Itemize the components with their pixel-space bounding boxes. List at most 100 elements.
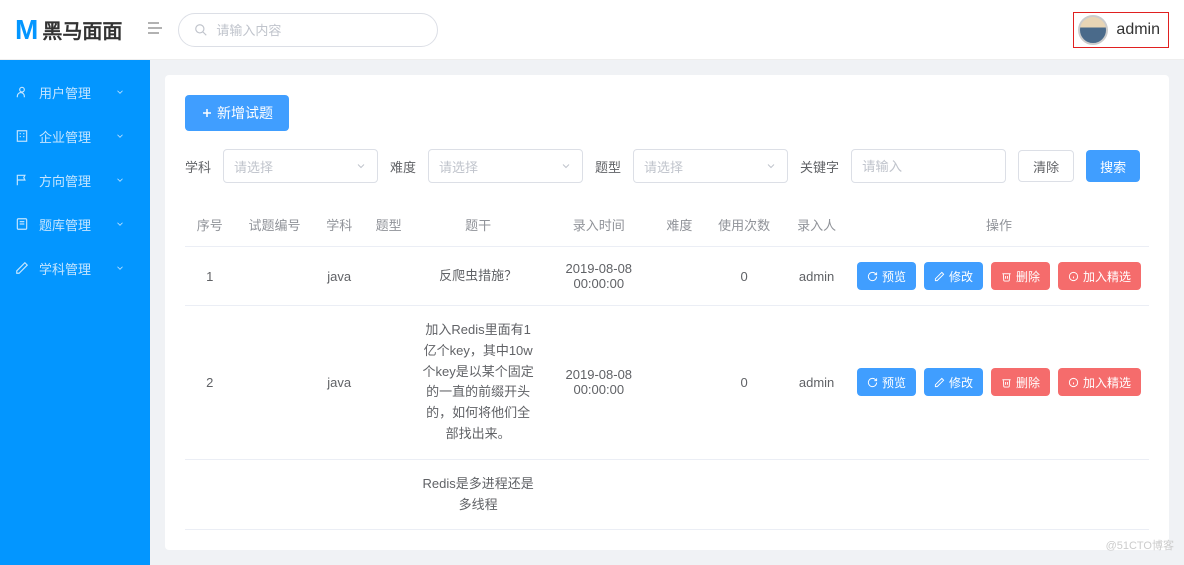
filter-bar: 学科 请选择 难度 请选择 题型 请选择 关键字 清除 搜索 <box>185 149 1149 183</box>
app-logo: M 黑马面面 <box>15 14 122 46</box>
keyword-input[interactable] <box>851 149 1006 183</box>
clear-button[interactable]: 清除 <box>1018 150 1074 182</box>
cell-qid <box>234 247 314 306</box>
table-row: Redis是多进程还是多线程 <box>185 459 1149 530</box>
th-type: 题型 <box>364 203 413 247</box>
sidebar-label: 方向管理 <box>39 171 91 190</box>
sidebar-item-question-bank[interactable]: 题库管理 <box>0 202 150 246</box>
cell-type <box>364 459 413 530</box>
cell-actions <box>849 459 1149 530</box>
top-header: M 黑马面面 请输入内容 admin <box>0 0 1184 60</box>
keyword-label: 关键字 <box>800 157 839 176</box>
refresh-icon <box>867 377 878 388</box>
cell-actions: 预览 修改 删除 加入精选 <box>849 247 1149 306</box>
sidebar-label: 题库管理 <box>39 215 91 234</box>
chevron-down-icon <box>115 175 125 185</box>
sidebar-item-users[interactable]: 用户管理 <box>0 70 150 114</box>
cell-time: 2019-08-08 00:00:00 <box>543 247 655 306</box>
th-user: 录入人 <box>784 203 849 247</box>
delete-button[interactable]: 删除 <box>991 262 1050 290</box>
flag-icon <box>15 173 29 187</box>
cell-title: 反爬虫措施？ <box>413 247 542 306</box>
cell-time <box>543 459 655 530</box>
header-search[interactable]: 请输入内容 <box>178 13 438 47</box>
cell-title: 加入Redis里面有1亿个key，其中10w个key是以某个固定的一直的前缀开头… <box>413 306 542 460</box>
edit-icon <box>934 271 945 282</box>
add-label: 新增试题 <box>217 103 273 123</box>
trash-icon <box>1001 377 1012 388</box>
cell-title: Redis是多进程还是多线程 <box>413 459 542 530</box>
cell-qid <box>234 459 314 530</box>
sidebar: 用户管理 企业管理 方向管理 题库管理 学科管理 <box>0 0 150 565</box>
cell-actions: 预览 修改 删除 加入精选 <box>849 306 1149 460</box>
subject-select[interactable]: 请选择 <box>223 149 378 183</box>
th-count: 使用次数 <box>704 203 784 247</box>
cell-count: 0 <box>704 247 784 306</box>
content-card: 新增试题 学科 请选择 难度 请选择 题型 请选择 关键字 <box>165 75 1169 550</box>
featured-button[interactable]: 加入精选 <box>1058 368 1141 396</box>
cell-type <box>364 247 413 306</box>
subject-label: 学科 <box>185 157 211 176</box>
plus-icon <box>201 107 213 119</box>
username: admin <box>1116 21 1160 39</box>
cell-index <box>185 459 234 530</box>
cell-index: 1 <box>185 247 234 306</box>
watermark: @51CTO博客 <box>1106 537 1174 553</box>
app-name: 黑马面面 <box>42 15 122 44</box>
sidebar-item-direction[interactable]: 方向管理 <box>0 158 150 202</box>
search-placeholder: 请输入内容 <box>216 20 281 39</box>
chevron-down-icon <box>355 160 367 172</box>
difficulty-select[interactable]: 请选择 <box>428 149 583 183</box>
search-button[interactable]: 搜索 <box>1086 150 1140 182</box>
th-index: 序号 <box>185 203 234 247</box>
main-content: 新增试题 学科 请选择 难度 请选择 题型 请选择 关键字 <box>150 0 1184 565</box>
chevron-down-icon <box>115 219 125 229</box>
preview-button[interactable]: 预览 <box>857 368 916 396</box>
trash-icon <box>1001 271 1012 282</box>
edit-icon <box>934 377 945 388</box>
sidebar-label: 用户管理 <box>39 83 91 102</box>
cell-user <box>784 459 849 530</box>
th-title: 题干 <box>413 203 542 247</box>
edit-button[interactable]: 修改 <box>924 368 983 396</box>
cell-subject: java <box>315 306 364 460</box>
chevron-down-icon <box>560 160 572 172</box>
cell-subject: java <box>315 247 364 306</box>
book-icon <box>15 217 29 231</box>
difficulty-label: 难度 <box>390 157 416 176</box>
avatar <box>1078 15 1108 45</box>
th-difficulty: 难度 <box>655 203 704 247</box>
chevron-down-icon <box>765 160 777 172</box>
edit-button[interactable]: 修改 <box>924 262 983 290</box>
chevron-down-icon <box>115 87 125 97</box>
questions-table: 序号 试题编号 学科 题型 题干 录入时间 难度 使用次数 录入人 操作 1 j… <box>185 203 1149 530</box>
chevron-down-icon <box>115 263 125 273</box>
sidebar-label: 企业管理 <box>39 127 91 146</box>
refresh-icon <box>867 271 878 282</box>
th-actions: 操作 <box>849 203 1149 247</box>
cell-time: 2019-08-08 00:00:00 <box>543 306 655 460</box>
menu-toggle-icon[interactable] <box>147 21 163 38</box>
cell-difficulty <box>655 247 704 306</box>
sidebar-item-company[interactable]: 企业管理 <box>0 114 150 158</box>
table-row: 2 java 加入Redis里面有1亿个key，其中10w个key是以某个固定的… <box>185 306 1149 460</box>
cell-user: admin <box>784 306 849 460</box>
info-icon <box>1068 377 1079 388</box>
add-question-button[interactable]: 新增试题 <box>185 95 289 131</box>
featured-button[interactable]: 加入精选 <box>1058 262 1141 290</box>
info-icon <box>1068 271 1079 282</box>
preview-button[interactable]: 预览 <box>857 262 916 290</box>
cell-difficulty <box>655 306 704 460</box>
user-menu[interactable]: admin <box>1073 12 1169 48</box>
cell-user: admin <box>784 247 849 306</box>
cell-type <box>364 306 413 460</box>
type-select[interactable]: 请选择 <box>633 149 788 183</box>
sidebar-item-subject[interactable]: 学科管理 <box>0 246 150 290</box>
search-icon <box>194 23 208 37</box>
logo-icon: M <box>15 14 38 46</box>
delete-button[interactable]: 删除 <box>991 368 1050 396</box>
user-icon <box>15 85 29 99</box>
th-qid: 试题编号 <box>234 203 314 247</box>
chevron-down-icon <box>115 131 125 141</box>
table-row: 1 java 反爬虫措施？ 2019-08-08 00:00:00 0 admi… <box>185 247 1149 306</box>
